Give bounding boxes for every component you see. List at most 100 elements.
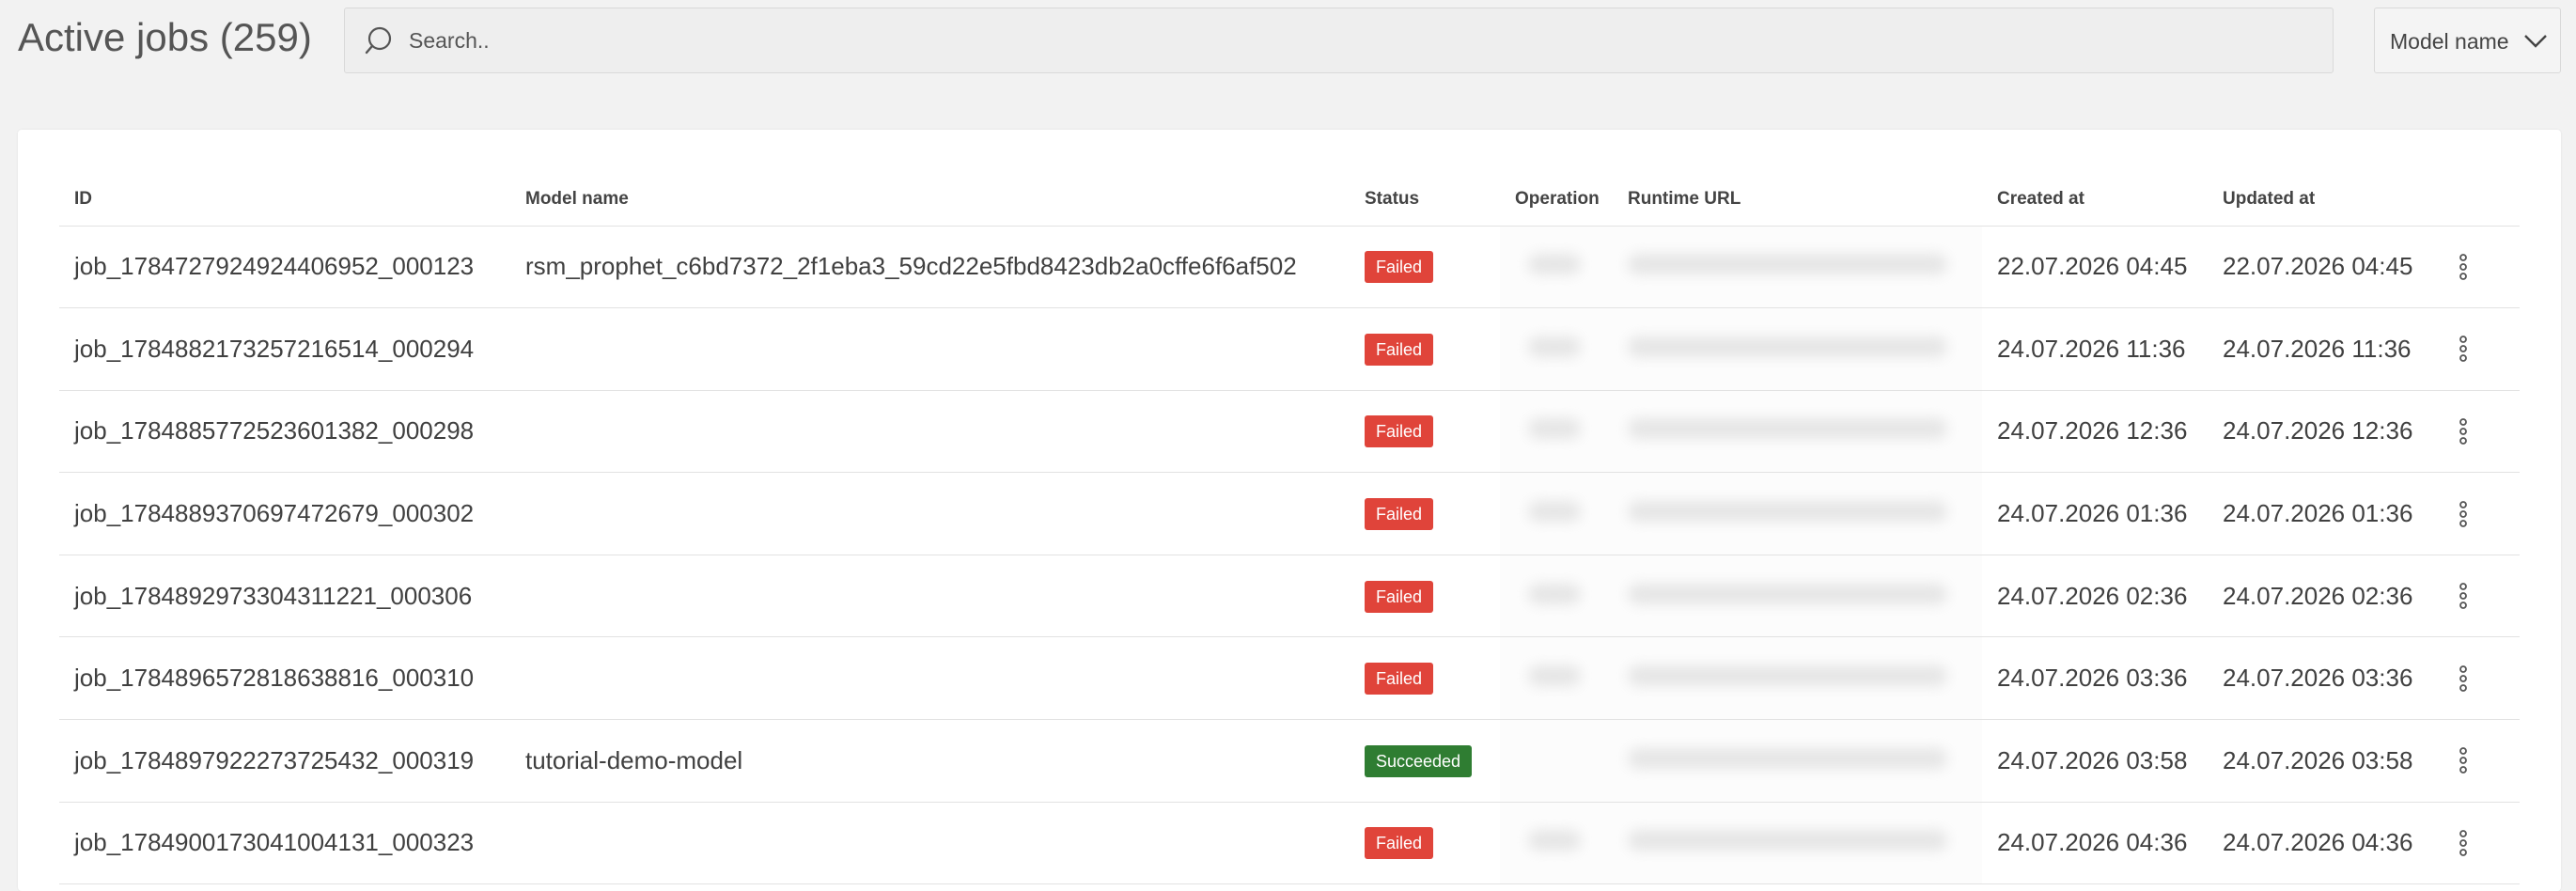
job-id[interactable]: job_1784897922273725432_000319 — [59, 719, 510, 803]
status-badge: Failed — [1365, 333, 1434, 366]
table-row[interactable]: job_1784889370697472679_000302 Failed 24.0… — [59, 472, 2520, 555]
redacted-runtime-url — [1628, 254, 1947, 275]
updated-at: 24.07.2026 03:58 — [2208, 719, 2433, 803]
model-name — [510, 307, 1350, 391]
column-header-operation[interactable]: Operation — [1500, 173, 1613, 227]
redacted-runtime-url — [1628, 747, 1947, 769]
model-name-filter-dropdown[interactable]: Model name — [2374, 8, 2561, 73]
kebab-menu-icon[interactable] — [2458, 664, 2469, 693]
job-id[interactable]: job_1784882173257216514_000294 — [59, 307, 510, 391]
search-box[interactable] — [344, 8, 2334, 73]
runtime-url-cell — [1613, 636, 1982, 721]
table-row[interactable]: job_1784882173257216514_000294 Failed 24.0… — [59, 307, 2520, 391]
created-at: 24.07.2026 01:36 — [1982, 472, 2208, 555]
status-cell: Succeeded — [1350, 719, 1500, 803]
runtime-url-cell — [1613, 802, 1982, 885]
table-row[interactable]: job_1784900173041004131_000323 Failed 24.0… — [59, 802, 2520, 885]
model-name — [510, 390, 1350, 474]
operation-cell — [1500, 226, 1613, 309]
runtime-url-cell — [1613, 719, 1982, 803]
column-header-updated-at[interactable]: Updated at — [2208, 173, 2433, 227]
column-header-model-name[interactable]: Model name — [510, 173, 1350, 227]
search-input[interactable] — [409, 8, 2288, 72]
job-id[interactable]: job_1784896572818638816_000310 — [59, 636, 510, 721]
filter-label: Model name — [2390, 29, 2509, 54]
runtime-url-cell — [1613, 307, 1982, 391]
runtime-url-cell — [1613, 226, 1982, 309]
redacted-operation — [1528, 254, 1581, 275]
job-id[interactable]: job_1784892973304311221_000306 — [59, 555, 510, 638]
job-id[interactable]: job_1784727924924406952_000123 — [59, 226, 510, 309]
status-cell: Failed — [1350, 802, 1500, 885]
column-header-actions — [2433, 173, 2520, 227]
table-row[interactable]: job_1784892973304311221_000306 Failed 24.0… — [59, 555, 2520, 638]
operation-cell — [1500, 636, 1613, 721]
operation-cell — [1500, 307, 1613, 391]
kebab-menu-icon[interactable] — [2458, 417, 2469, 446]
created-at: 24.07.2026 03:36 — [1982, 636, 2208, 721]
table-row[interactable]: job_1784896572818638816_000310 Failed 24.0… — [59, 636, 2520, 721]
table-row[interactable]: job_1784885772523601382_000298 Failed 24.0… — [59, 390, 2520, 474]
redacted-runtime-url — [1628, 501, 1947, 523]
column-header-runtime-url[interactable]: Runtime URL — [1613, 173, 1982, 227]
status-cell: Failed — [1350, 307, 1500, 391]
model-name — [510, 802, 1350, 885]
updated-at: 24.07.2026 04:36 — [2208, 802, 2433, 885]
table-header-row: ID Model name Status Operation Runtime U… — [59, 173, 2520, 227]
column-header-created-at[interactable]: Created at — [1982, 173, 2208, 227]
updated-at: 22.07.2026 04:45 — [2208, 226, 2433, 309]
model-name — [510, 472, 1350, 555]
updated-at: 24.07.2026 02:36 — [2208, 555, 2433, 638]
redacted-runtime-url — [1628, 830, 1947, 852]
created-at: 24.07.2026 04:36 — [1982, 802, 2208, 885]
status-badge: Failed — [1365, 415, 1434, 448]
runtime-url-cell — [1613, 390, 1982, 474]
status-badge: Failed — [1365, 663, 1434, 696]
status-badge: Failed — [1365, 827, 1434, 860]
row-actions[interactable] — [2433, 555, 2520, 638]
search-icon — [365, 26, 392, 55]
jobs-table-body: job_1784727924924406952_000123 rsm_prophe… — [59, 226, 2520, 885]
updated-at: 24.07.2026 03:36 — [2208, 636, 2433, 721]
row-actions[interactable] — [2433, 719, 2520, 803]
top-bar: Active jobs (259) Model name — [0, 0, 2576, 85]
column-header-status[interactable]: Status — [1350, 173, 1500, 227]
updated-at: 24.07.2026 11:36 — [2208, 307, 2433, 391]
row-actions[interactable] — [2433, 636, 2520, 721]
created-at: 24.07.2026 11:36 — [1982, 307, 2208, 391]
model-name — [510, 636, 1350, 721]
operation-cell — [1500, 390, 1613, 474]
row-actions[interactable] — [2433, 472, 2520, 555]
row-actions[interactable] — [2433, 802, 2520, 885]
row-actions[interactable] — [2433, 390, 2520, 474]
kebab-menu-icon[interactable] — [2458, 582, 2469, 610]
row-actions[interactable] — [2433, 226, 2520, 309]
kebab-menu-icon[interactable] — [2458, 253, 2469, 281]
redacted-runtime-url — [1628, 583, 1947, 604]
operation-cell — [1500, 472, 1613, 555]
redacted-runtime-url — [1628, 336, 1947, 357]
kebab-menu-icon[interactable] — [2458, 335, 2469, 363]
created-at: 24.07.2026 12:36 — [1982, 390, 2208, 474]
redacted-operation — [1528, 336, 1581, 357]
job-id[interactable]: job_1784889370697472679_000302 — [59, 472, 510, 555]
jobs-table: ID Model name Status Operation Runtime U… — [59, 173, 2520, 885]
status-cell: Failed — [1350, 226, 1500, 309]
kebab-menu-icon[interactable] — [2458, 746, 2469, 774]
kebab-menu-icon[interactable] — [2458, 500, 2469, 528]
redacted-operation — [1528, 418, 1581, 440]
operation-cell — [1500, 802, 1613, 885]
row-actions[interactable] — [2433, 307, 2520, 391]
redacted-operation — [1528, 583, 1581, 604]
column-header-id[interactable]: ID — [59, 173, 510, 227]
job-id[interactable]: job_1784900173041004131_000323 — [59, 802, 510, 885]
model-name: rsm_prophet_c6bd7372_2f1eba3_59cd22e5fbd… — [510, 226, 1350, 309]
job-id[interactable]: job_1784885772523601382_000298 — [59, 390, 510, 474]
updated-at: 24.07.2026 12:36 — [2208, 390, 2433, 474]
redacted-operation — [1528, 830, 1581, 852]
page-title: Active jobs (259) — [18, 15, 312, 59]
table-row[interactable]: job_1784727924924406952_000123 rsm_prophe… — [59, 226, 2520, 309]
kebab-menu-icon[interactable] — [2458, 829, 2469, 857]
status-cell: Failed — [1350, 555, 1500, 638]
table-row[interactable]: job_1784897922273725432_000319 tutorial-d… — [59, 719, 2520, 803]
